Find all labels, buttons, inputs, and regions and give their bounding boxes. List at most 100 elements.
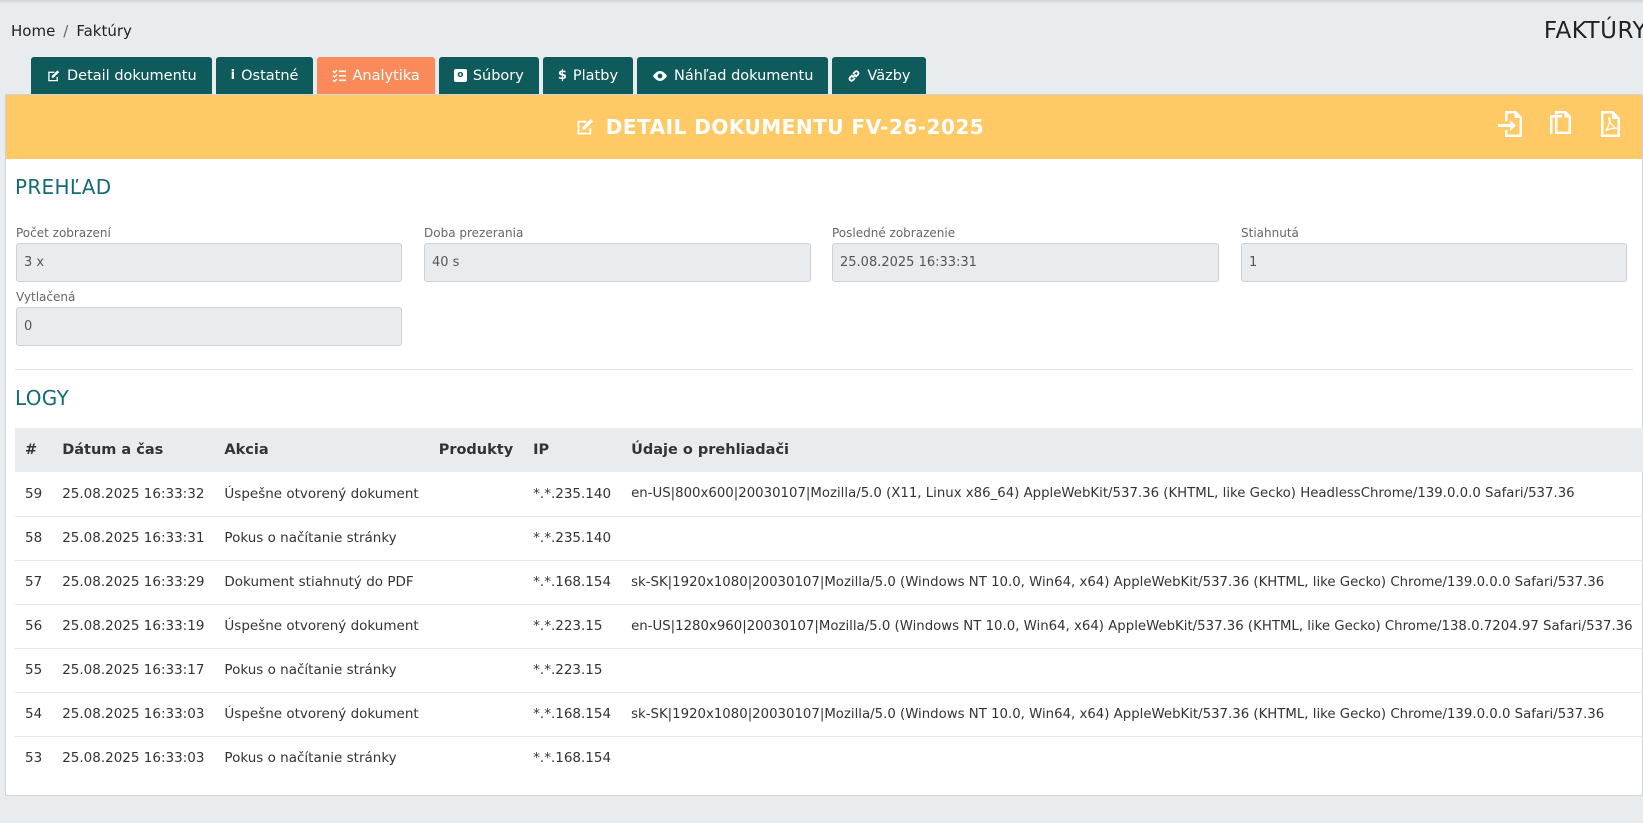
- cell-products: [429, 648, 523, 692]
- link-icon: [849, 69, 860, 82]
- views-field[interactable]: 3 x: [16, 243, 402, 282]
- copy-icon[interactable]: [1546, 109, 1574, 139]
- table-header-row: # Dátum a čas Akcia Produkty IP Údaje o …: [15, 428, 1643, 472]
- cell-browser: en-US|800x600|20030107|Mozilla/5.0 (X11,…: [631, 486, 1575, 502]
- cell-browser: [621, 736, 1643, 780]
- cell-action: Dokument stiahnutý do PDF: [224, 574, 414, 590]
- tab-ostatne[interactable]: i Ostatné: [215, 57, 314, 94]
- tab-detail-dokumentu[interactable]: Detail dokumentu: [31, 57, 212, 94]
- cell-datetime: 25.08.2025 16:33:32: [62, 485, 205, 502]
- cell-number: 58: [25, 530, 43, 546]
- tab-subory[interactable]: o Súbory: [438, 57, 539, 94]
- col-number: #: [25, 442, 38, 458]
- table-row: 59 25.08.2025 16:33:32 Úspešne otvorený …: [15, 472, 1643, 516]
- cell-action: Pokus o načítanie stránky: [224, 530, 397, 546]
- cell-browser: sk-SK|1920x1080|20030107|Mozilla/5.0 (Wi…: [631, 706, 1605, 722]
- logs-table: # Dátum a čas Akcia Produkty IP Údaje o …: [15, 428, 1643, 780]
- logs-title: LOGY: [15, 386, 70, 410]
- printed-label: Vytlačená: [16, 290, 76, 304]
- eye-icon: [653, 70, 668, 81]
- col-browser: Údaje o prehliadači: [631, 442, 790, 458]
- info-icon: i: [230, 68, 236, 83]
- cell-action: Úspešne otvorený dokument: [224, 706, 419, 722]
- table-row: 53 25.08.2025 16:33:03 Pokus o načítanie…: [15, 736, 1643, 780]
- cell-number: 57: [25, 574, 43, 590]
- last-view-field[interactable]: 25.08.2025 16:33:31: [832, 243, 1219, 282]
- import-icon[interactable]: [1496, 109, 1524, 139]
- table-row: 58 25.08.2025 16:33:31 Pokus o načítanie…: [15, 516, 1643, 560]
- card-title-text: DETAIL DOKUMENTU FV-26-2025: [605, 115, 985, 139]
- downloaded-field[interactable]: 1: [1241, 243, 1627, 282]
- card-header: DETAIL DOKUMENTU FV-26-2025: [6, 95, 1642, 159]
- edit-icon: [48, 69, 60, 81]
- pdf-icon[interactable]: [1596, 109, 1624, 139]
- table-row: 56 25.08.2025 16:33:19 Úspešne otvorený …: [15, 604, 1643, 648]
- cell-ip: *.*.235.140: [533, 485, 612, 502]
- cell-products: [429, 736, 523, 780]
- col-products: Produkty: [438, 442, 514, 458]
- printed-field[interactable]: 0: [16, 307, 402, 346]
- col-datetime: Dátum a čas: [62, 442, 164, 458]
- cell-products: [429, 604, 523, 648]
- top-shadow: [0, 0, 1643, 4]
- tab-label: Analytika: [352, 67, 420, 84]
- tab-analytika[interactable]: Analytika: [317, 57, 435, 94]
- edit-icon: [577, 118, 593, 135]
- cell-action: Pokus o načítanie stránky: [224, 750, 397, 767]
- cell-number: 59: [25, 485, 43, 502]
- cell-ip: *.*.223.15: [533, 662, 603, 678]
- tab-label: Väzby: [867, 67, 911, 84]
- cell-products: [429, 560, 523, 604]
- breadcrumb-home[interactable]: Home: [11, 22, 55, 40]
- cell-action: Pokus o načítanie stránky: [224, 662, 397, 678]
- page-title: FAKTÚRY: [1543, 18, 1643, 44]
- cell-browser: en-US|1280x960|20030107|Mozilla/5.0 (Win…: [631, 618, 1633, 634]
- downloaded-label: Stiahnutá: [1241, 226, 1299, 240]
- list-check-icon: [332, 69, 347, 82]
- file-box-icon: o: [453, 69, 467, 82]
- cell-browser: [621, 648, 1643, 692]
- table-row: 54 25.08.2025 16:33:03 Úspešne otvorený …: [15, 692, 1643, 736]
- cell-ip: *.*.168.154: [533, 706, 612, 722]
- cell-ip: *.*.168.154: [533, 750, 612, 767]
- cell-products: [429, 692, 523, 736]
- cell-ip: *.*.168.154: [533, 574, 612, 590]
- duration-field[interactable]: 40 s: [424, 243, 811, 282]
- tab-label: Náhľad dokumentu: [674, 67, 814, 84]
- cell-products: [429, 472, 523, 516]
- cell-number: 54: [25, 706, 43, 722]
- col-action: Akcia: [224, 442, 269, 458]
- breadcrumb-separator: /: [63, 22, 69, 40]
- breadcrumb-current: Faktúry: [76, 22, 132, 40]
- header-actions: [1496, 109, 1624, 139]
- views-label: Počet zobrazení: [16, 226, 111, 240]
- cell-products: [429, 516, 523, 560]
- tab-label: Súbory: [472, 67, 524, 84]
- duration-label: Doba prezerania: [424, 226, 524, 240]
- cell-action: Úspešne otvorený dokument: [224, 618, 419, 634]
- last-view-label: Posledné zobrazenie: [832, 226, 956, 240]
- cell-datetime: 25.08.2025 16:33:03: [62, 706, 205, 722]
- col-ip: IP: [533, 442, 550, 458]
- tab-label: Detail dokumentu: [67, 67, 197, 84]
- table-row: 55 25.08.2025 16:33:17 Pokus o načítanie…: [15, 648, 1643, 692]
- overview-title: PREHĽAD: [15, 175, 112, 199]
- cell-ip: *.*.235.140: [533, 530, 612, 546]
- cell-datetime: 25.08.2025 16:33:19: [62, 618, 205, 634]
- section-divider: [15, 369, 1633, 370]
- cell-datetime: 25.08.2025 16:33:29: [62, 574, 205, 590]
- cell-ip: *.*.223.15: [533, 618, 603, 634]
- cell-number: 55: [25, 662, 43, 678]
- cell-number: 53: [25, 750, 43, 767]
- tab-label: Ostatné: [241, 67, 299, 84]
- table-row: 57 25.08.2025 16:33:29 Dokument stiahnut…: [15, 560, 1643, 604]
- cell-datetime: 25.08.2025 16:33:03: [62, 750, 205, 767]
- breadcrumb: Home / Faktúry: [11, 22, 132, 40]
- cell-browser: [621, 516, 1643, 560]
- cell-datetime: 25.08.2025 16:33:31: [62, 530, 205, 546]
- tab-nahlad-dokumentu[interactable]: Náhľad dokumentu: [637, 57, 829, 94]
- tab-platby[interactable]: $ Platby: [542, 57, 634, 94]
- cell-datetime: 25.08.2025 16:33:17: [62, 662, 205, 678]
- card-title: DETAIL DOKUMENTU FV-26-2025: [574, 115, 984, 139]
- tab-vazby[interactable]: Väzby: [832, 57, 926, 94]
